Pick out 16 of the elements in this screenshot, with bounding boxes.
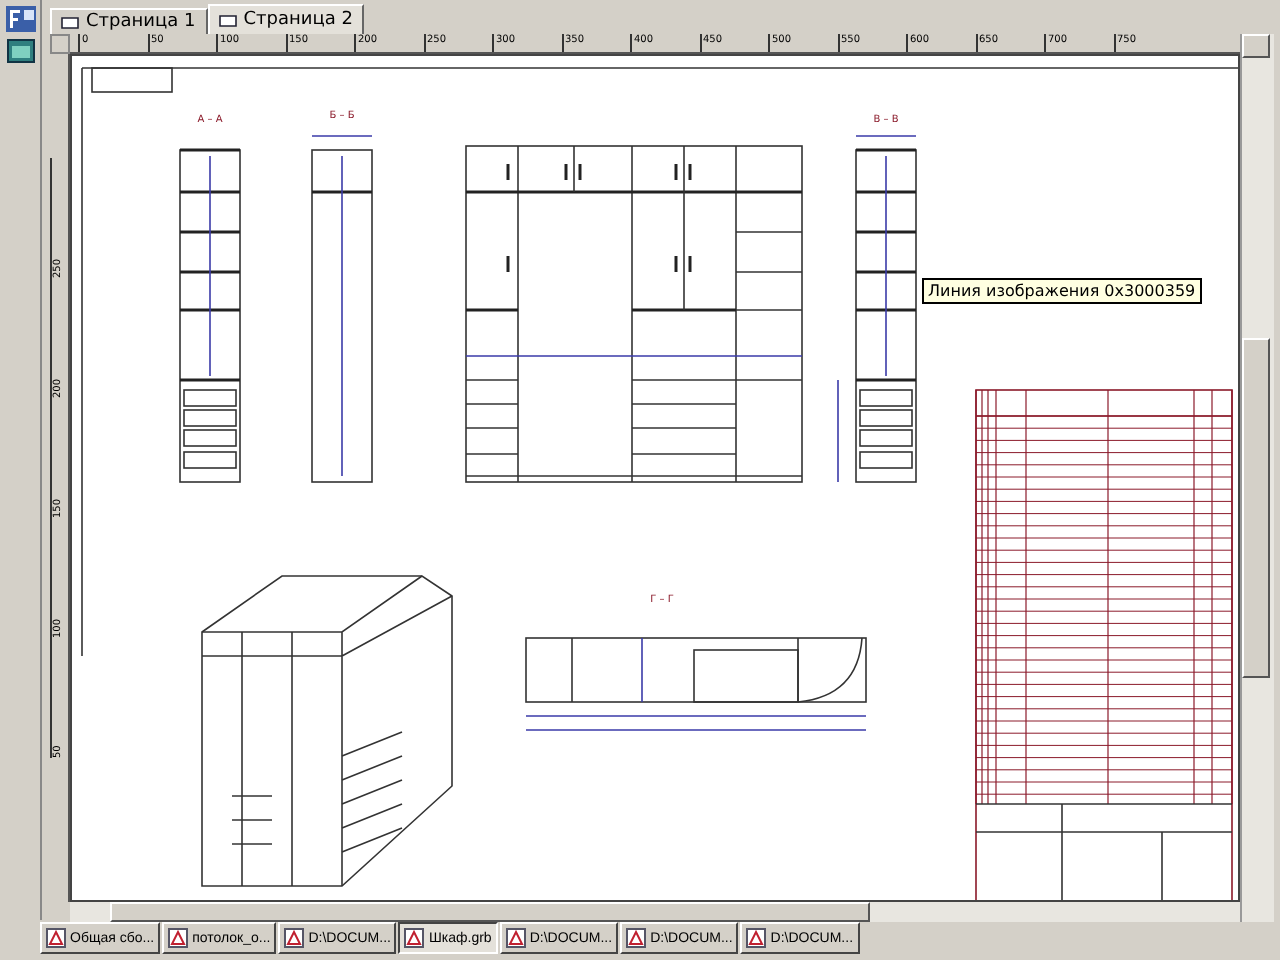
page-icon — [217, 13, 238, 27]
document-icon — [626, 928, 647, 948]
app-icon[interactable] — [5, 6, 35, 32]
document-icon — [168, 928, 189, 948]
page-tab[interactable]: Страница 1 — [50, 8, 208, 34]
document-icon — [505, 928, 526, 948]
page-tab[interactable]: Страница 2 — [207, 4, 365, 34]
vertical-scrollbar[interactable] — [1240, 34, 1274, 922]
document-icon — [284, 928, 305, 948]
window-icon[interactable] — [5, 38, 35, 64]
document-icon — [46, 928, 66, 948]
document-icon — [404, 928, 425, 948]
page-icon — [60, 15, 80, 29]
horizontal-scrollbar[interactable] — [70, 902, 1240, 922]
document-icon — [746, 928, 767, 948]
tooltip: Линия изображения 0x3000359 — [922, 278, 1202, 304]
